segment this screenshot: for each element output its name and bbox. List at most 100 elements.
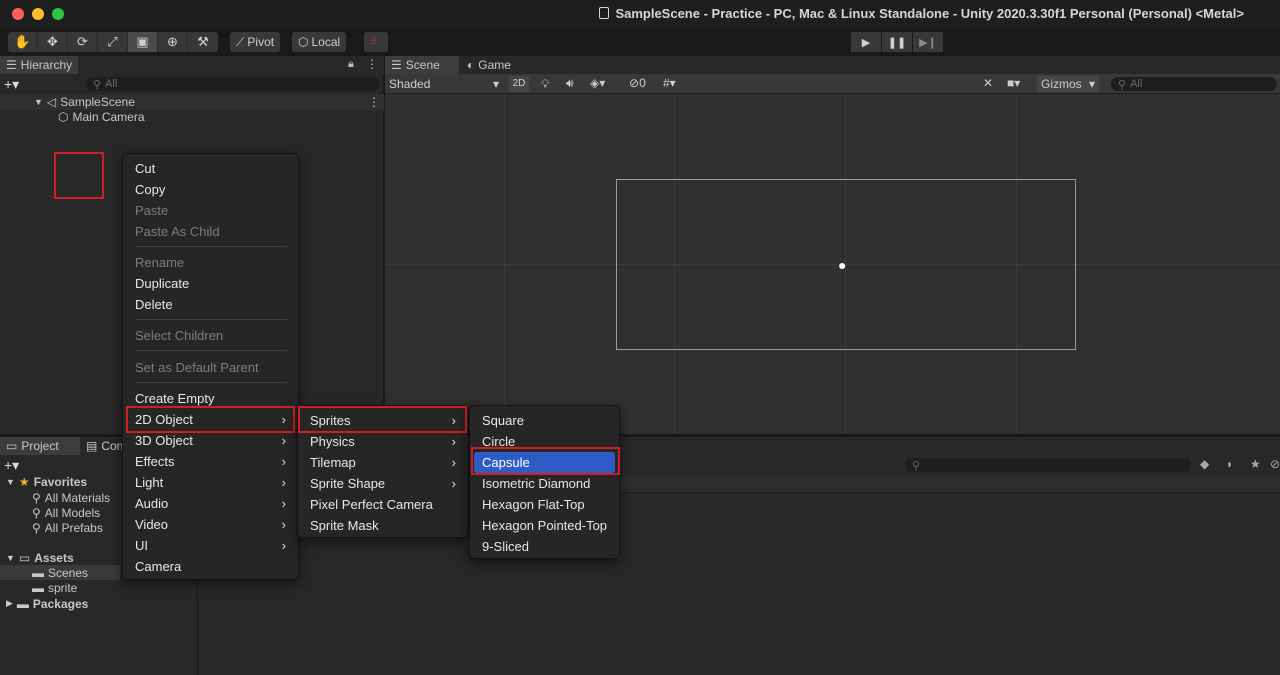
folder-item-sprite[interactable]: ▬ sprite (32, 580, 77, 595)
pivot-toggle[interactable]: ⟋ Pivot (230, 32, 281, 52)
gizmos-label: Gizmos (1041, 77, 1082, 91)
rect-tool-icon[interactable]: ▣ (128, 32, 158, 52)
folder-item-scenes[interactable]: ▬ Scenes (32, 565, 88, 580)
custom-tool-icon[interactable]: ⚒ (188, 32, 218, 52)
lighting-toggle-icon[interactable]: 💡︎ (541, 77, 549, 92)
tab-game[interactable]: ◐ Game (461, 56, 517, 74)
menu-item-video[interactable]: Video › (127, 514, 294, 535)
assets-header[interactable]: ▼ ▭ Assets (6, 550, 74, 565)
local-toggle[interactable]: ⬡ Local (292, 32, 347, 52)
step-button[interactable]: ▶❙ (913, 32, 943, 52)
camera-dropdown-icon[interactable]: ■▾ (1007, 76, 1020, 90)
filter-type-icon[interactable]: ◆ (1200, 457, 1209, 471)
annotation-highlight-2d-object (126, 406, 295, 433)
expand-arrow-icon: ▼ (6, 552, 15, 563)
expand-arrow-icon: ▼ (34, 97, 43, 107)
tab-hierarchy[interactable]: ☰ Hierarchy (0, 56, 79, 74)
scene-visibility-toggle[interactable]: ⊘0 (629, 76, 646, 90)
collapse-arrow-icon: ▶ (6, 598, 13, 608)
hidden-packages-icon[interactable]: ⊘ (1270, 457, 1280, 471)
effects-dropdown-icon[interactable]: ◈▾ (590, 76, 605, 90)
close-window-button[interactable] (12, 8, 24, 20)
filter-label-icon[interactable]: ◗ (1226, 457, 1233, 471)
tab-scene-label: Scene (405, 58, 440, 72)
menu-item-paste-as-child[interactable]: Paste As Child (127, 221, 294, 242)
menu-item-ui[interactable]: UI › (127, 535, 294, 556)
tools-icon[interactable]: ✕ (983, 76, 993, 90)
sprites-item-isometric-diamond[interactable]: Isometric Diamond (474, 473, 615, 494)
menu-item-label: Tilemap (310, 455, 356, 470)
favorite-star-icon[interactable]: ★ (1250, 457, 1261, 471)
favorite-label: All Models (44, 505, 101, 520)
menu-item-label: Square (482, 413, 524, 428)
lock-icon[interactable]: 🔒︎ (348, 58, 354, 71)
menu-item-label: Duplicate (135, 276, 190, 291)
menu-item-delete[interactable]: Delete (127, 294, 294, 315)
submenu-item-physics[interactable]: Physics › (302, 431, 464, 452)
play-button[interactable]: ▶ (851, 32, 881, 52)
favorites-header[interactable]: ▼ ★ Favorites (6, 474, 87, 489)
grid-dropdown-icon[interactable]: #▾ (663, 76, 676, 90)
favorite-item[interactable]: ⚲ All Materials (32, 490, 110, 505)
sprites-item-hexagon-flat-top[interactable]: Hexagon Flat-Top (474, 494, 615, 515)
pause-button[interactable]: ❚❚ (882, 32, 912, 52)
mode-2d-toggle[interactable]: 2D (509, 76, 529, 92)
audio-toggle-icon[interactable]: 🔊︎ (566, 76, 574, 91)
menu-item-3d-object[interactable]: 3D Object › (127, 430, 294, 451)
menu-item-copy[interactable]: Copy (127, 179, 294, 200)
favorite-item[interactable]: ⚲ All Models (32, 505, 100, 520)
sprites-item-9-sliced[interactable]: 9-Sliced (474, 536, 615, 557)
scene-options-icon[interactable]: ⋮ (368, 95, 380, 109)
hierarchy-search-input[interactable]: ⚲ All (86, 77, 380, 91)
menu-separator (135, 246, 287, 247)
tab-project[interactable]: ▭ Project (0, 437, 80, 455)
favorite-label: All Materials (44, 490, 111, 505)
menu-item-audio[interactable]: Audio › (127, 493, 294, 514)
list-icon: ☰ (6, 58, 17, 72)
camera-gizmo-icon[interactable]: ● (838, 257, 846, 273)
menu-item-set-default-parent[interactable]: Set as Default Parent (127, 357, 294, 378)
hand-tool-icon[interactable]: ✋ (8, 32, 38, 52)
menu-item-label: 3D Object (135, 433, 193, 448)
hidden-count: 0 (639, 76, 646, 90)
menu-item-effects[interactable]: Effects › (127, 451, 294, 472)
scale-tool-icon[interactable]: ⤢ (98, 32, 128, 52)
submenu-item-sprite-mask[interactable]: Sprite Mask (302, 515, 464, 536)
chevron-down-icon: ▾ (1088, 77, 1095, 91)
menu-item-label: Hexagon Flat-Top (482, 497, 585, 512)
menu-item-select-children[interactable]: Select Children (127, 325, 294, 346)
gizmos-dropdown[interactable]: Gizmos ▾ (1037, 76, 1099, 92)
menu-separator (135, 382, 287, 383)
move-tool-icon[interactable]: ✥ (38, 32, 68, 52)
menu-item-label: Copy (135, 182, 166, 197)
submenu-item-pixel-perfect-camera[interactable]: Pixel Perfect Camera (302, 494, 464, 515)
menu-item-duplicate[interactable]: Duplicate (127, 273, 294, 294)
menu-item-label: Delete (135, 297, 173, 312)
rotate-tool-icon[interactable]: ⟳ (68, 32, 98, 52)
create-button[interactable]: +▾ (4, 76, 19, 93)
hierarchy-item-main-camera[interactable]: ⬡ Main Camera (58, 109, 145, 125)
menu-item-cut[interactable]: Cut (127, 158, 294, 179)
transform-tool-icon[interactable]: ⊕ (158, 32, 188, 52)
sprites-item-square[interactable]: Square (474, 410, 615, 431)
project-search-input[interactable]: ⚲ (905, 458, 1191, 472)
menu-item-paste[interactable]: Paste (127, 200, 294, 221)
project-create-button[interactable]: +▾ (4, 457, 19, 474)
kebab-menu-icon[interactable]: ⋮ (366, 57, 378, 71)
tab-scene[interactable]: ☰ Scene (385, 56, 459, 74)
packages-header[interactable]: ▶ ▬ Packages (6, 596, 88, 611)
menu-item-light[interactable]: Light › (127, 472, 294, 493)
shading-mode-dropdown[interactable]: Shaded ▾ (389, 77, 499, 92)
scene-search-input[interactable]: ⚲ All (1111, 77, 1277, 91)
scene-canvas[interactable]: ● (385, 94, 1280, 434)
minimize-window-button[interactable] (32, 8, 44, 20)
chevron-right-icon: › (281, 475, 286, 490)
grid-snap-icon[interactable]: # (364, 32, 388, 52)
submenu-item-tilemap[interactable]: Tilemap › (302, 452, 464, 473)
menu-item-camera[interactable]: Camera (127, 556, 294, 577)
submenu-item-sprite-shape[interactable]: Sprite Shape › (302, 473, 464, 494)
favorite-item[interactable]: ⚲ All Prefabs (32, 520, 103, 535)
sprites-item-hexagon-pointed-top[interactable]: Hexagon Pointed-Top (474, 515, 615, 536)
maximize-window-button[interactable] (52, 8, 64, 20)
menu-item-rename[interactable]: Rename (127, 252, 294, 273)
